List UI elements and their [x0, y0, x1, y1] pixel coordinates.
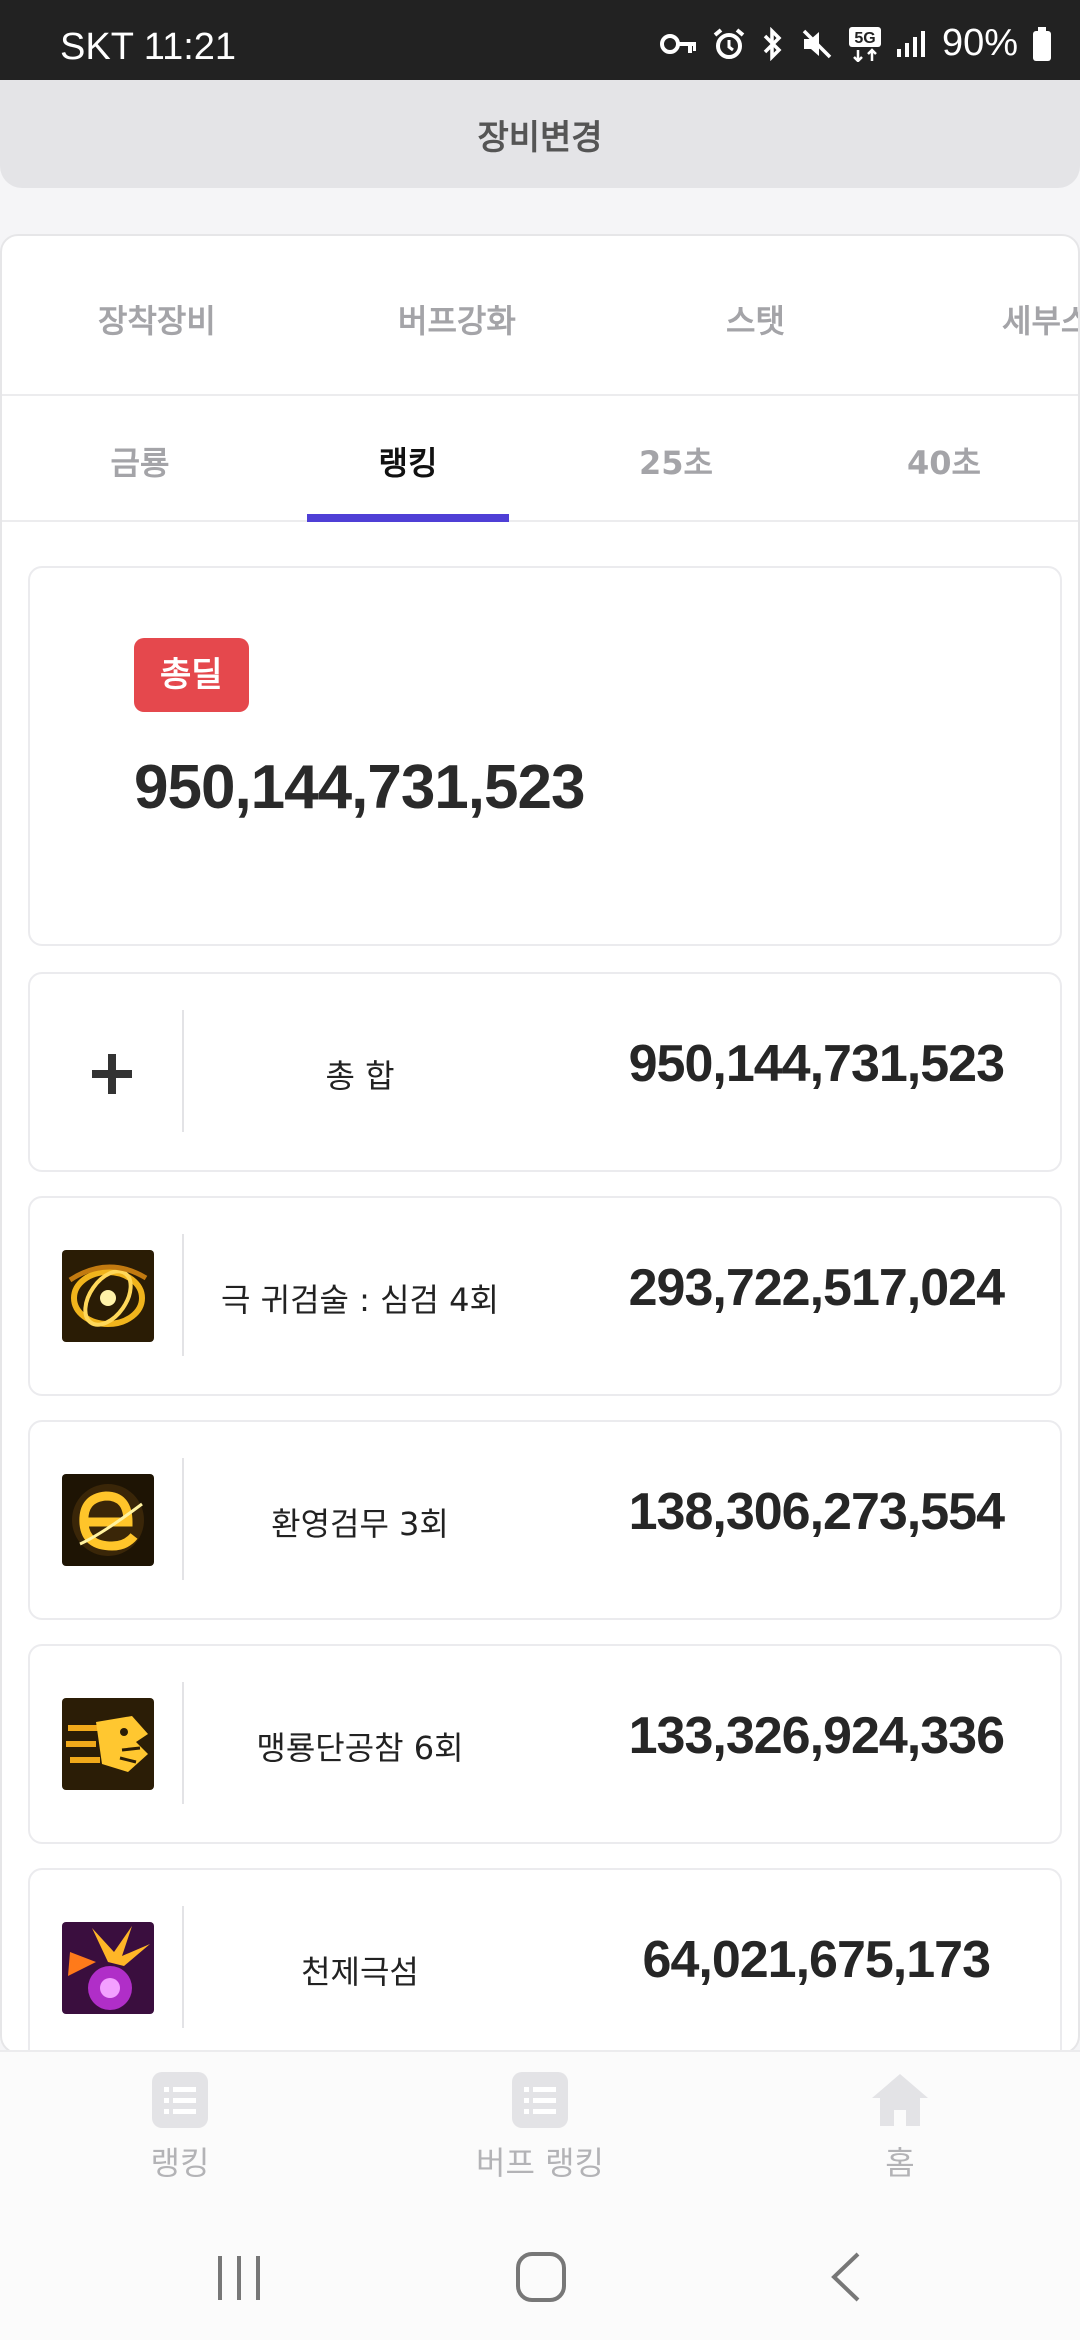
secondary-tabs: 금룡 랭킹 25초 40초	[2, 396, 1078, 522]
home-icon	[872, 2074, 928, 2126]
bluetooth-icon	[763, 26, 782, 61]
tab-buff-enhance[interactable]: 버프강화	[398, 296, 516, 342]
dragon-head-skill-icon	[62, 1698, 154, 1790]
golden-e-skill-icon	[62, 1474, 154, 1566]
row-divider	[182, 1234, 184, 1356]
system-navigation-bar	[0, 2220, 1080, 2340]
skill-damage-value: 64,021,675,173	[642, 1931, 991, 1989]
skill-name: 환영검무 3회	[271, 1505, 449, 1543]
status-icons: 5G 90%	[659, 22, 1052, 65]
total-damage-card: 총딜 950,144,731,523	[28, 566, 1062, 946]
tab-25sec[interactable]: 25초	[576, 438, 776, 484]
golden-ring-skill-icon	[62, 1250, 154, 1342]
back-icon[interactable]	[826, 2250, 866, 2304]
skill-name: 천제극섬	[301, 1953, 419, 1991]
skill-row[interactable]: 환영검무 3회 138,306,273,554	[28, 1420, 1062, 1620]
key-icon	[659, 33, 696, 54]
home-button-icon[interactable]	[514, 2250, 568, 2304]
skill-row[interactable]: 맹룡단공참 6회 133,326,924,336	[28, 1644, 1062, 1844]
total-damage-value: 950,144,731,523	[134, 753, 585, 822]
svg-text:5G: 5G	[854, 30, 875, 47]
skill-row[interactable]: 극 귀검술 : 심검 4회 293,722,517,024	[28, 1196, 1062, 1396]
purple-burst-skill-icon	[62, 1922, 154, 2014]
skill-name: 극 귀검술 : 심검 4회	[221, 1281, 499, 1319]
tab-ranking[interactable]: 랭킹	[308, 438, 508, 484]
tab-40sec[interactable]: 40초	[844, 438, 1044, 484]
page-title: 장비변경	[477, 117, 603, 158]
alarm-icon	[713, 27, 745, 59]
row-divider	[182, 1458, 184, 1580]
skill-damage-value: 138,306,273,554	[628, 1483, 1005, 1541]
battery-level: 90%	[941, 22, 1018, 64]
row-divider	[182, 1906, 184, 2028]
nav-buff-ranking-label: 버프 랭킹	[476, 2144, 604, 2182]
nav-buff-ranking[interactable]: 버프 랭킹	[420, 2072, 660, 2184]
battery-icon	[1033, 26, 1051, 61]
primary-tabs: 장착장비 버프강화 스탯 세부스	[2, 236, 1078, 396]
app-screen: SKT 11:21 5G 90% 장비변경 장착장비 버프강화 스탯 세부스 금…	[0, 0, 1080, 2340]
bottom-navigation: 랭킹 버프 랭킹 홈	[0, 2050, 1080, 2220]
mute-icon	[802, 29, 832, 58]
row-divider	[182, 1682, 184, 1804]
skill-row-total[interactable]: 총 합 950,144,731,523	[28, 972, 1062, 1172]
recent-apps-icon[interactable]	[214, 2250, 264, 2304]
skill-name: 총 합	[325, 1057, 395, 1095]
row-divider	[182, 1010, 184, 1132]
tab-geumryong[interactable]: 금룡	[40, 438, 240, 484]
tab-equipment[interactable]: 장착장비	[98, 296, 216, 342]
content-card: 장착장비 버프강화 스탯 세부스 금룡 랭킹 25초 40초 총딜 950,14…	[0, 234, 1080, 2054]
plus-icon	[92, 1054, 132, 1094]
carrier-time: SKT 11:21	[60, 26, 237, 68]
skill-damage-value: 950,144,731,523	[628, 1035, 1005, 1093]
nav-ranking-label: 랭킹	[150, 2144, 210, 2182]
nav-ranking[interactable]: 랭킹	[60, 2072, 300, 2184]
active-tab-indicator	[307, 514, 509, 522]
skill-damage-value: 133,326,924,336	[628, 1707, 1005, 1765]
tab-stats[interactable]: 스탯	[726, 296, 785, 342]
signal-icon	[896, 30, 925, 57]
skill-name: 맹룡단공참 6회	[256, 1729, 464, 1767]
skill-damage-value: 293,722,517,024	[628, 1259, 1005, 1317]
nav-home-label: 홈	[885, 2144, 915, 2182]
list-icon	[512, 2072, 568, 2128]
status-bar: SKT 11:21 5G 90%	[0, 0, 1080, 80]
top-header: 장비변경	[0, 80, 1080, 188]
skill-row[interactable]: 천제극섬 64,021,675,173	[28, 1868, 1062, 2052]
nav-home[interactable]: 홈	[780, 2072, 1020, 2184]
list-icon	[152, 2072, 208, 2128]
tab-details[interactable]: 세부스	[1002, 296, 1078, 342]
network-5g-icon: 5G	[848, 26, 881, 62]
total-damage-badge: 총딜	[134, 638, 249, 712]
